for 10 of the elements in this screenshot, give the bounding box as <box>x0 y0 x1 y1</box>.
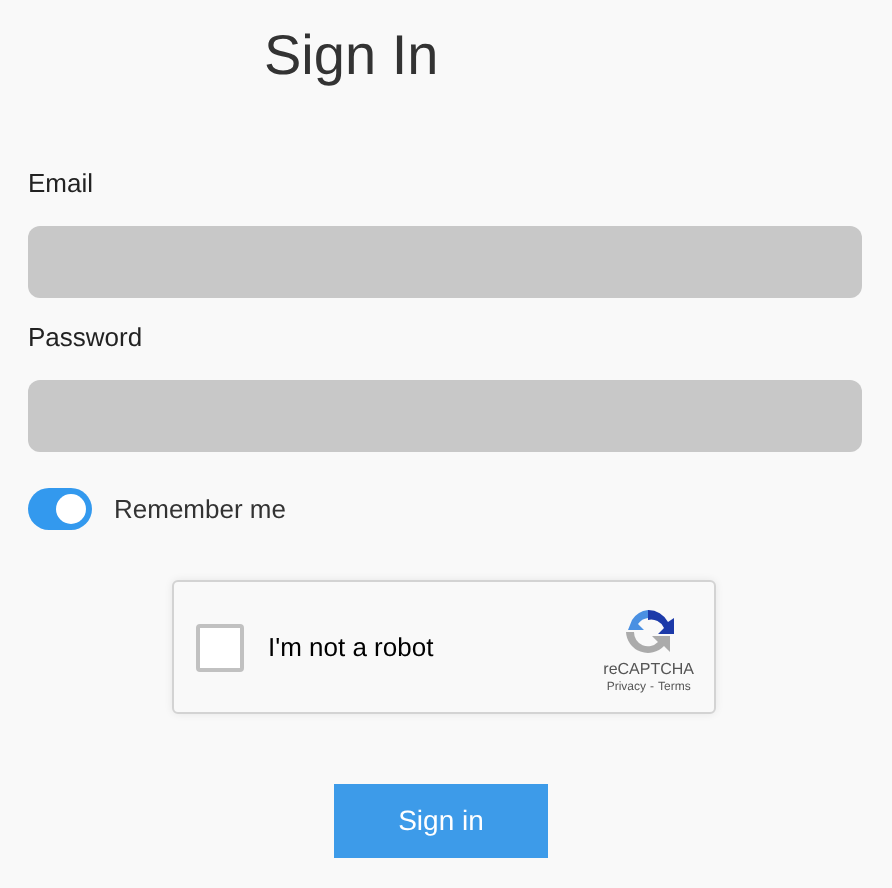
toggle-switch[interactable] <box>28 488 92 530</box>
captcha-label: I'm not a robot <box>268 629 436 666</box>
page-title: Sign In <box>264 22 439 90</box>
input-field[interactable] <box>28 226 862 298</box>
field-label: Email <box>28 168 96 200</box>
captcha-brand: reCAPTCHA <box>603 660 694 680</box>
input-field[interactable] <box>28 380 862 452</box>
toggle-label: Remember me <box>114 491 286 528</box>
field-label: Password <box>28 322 145 354</box>
captcha-checkbox[interactable] <box>196 623 244 671</box>
